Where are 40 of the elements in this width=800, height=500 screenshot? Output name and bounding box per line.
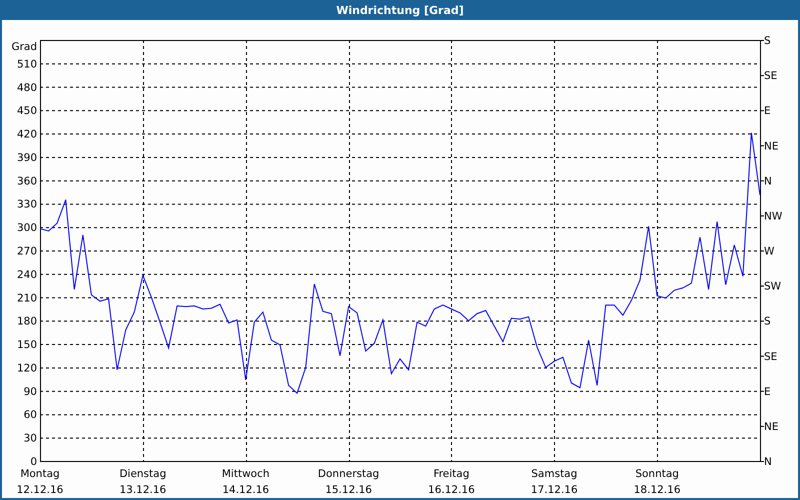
y-axis-label: 180 [16,316,37,328]
x-axis-label: Sonntag 18.12.16 [634,468,681,496]
x-axis-label: Samstag 17.12.16 [530,468,578,496]
x-axis-label: Freitag 16.12.16 [428,468,475,496]
compass-label: N [764,175,772,188]
y-axis-label: 270 [16,246,37,258]
y-axis-label: 330 [16,198,37,211]
compass-label: E [764,386,771,398]
y-axis-label: 390 [16,152,37,164]
x-axis-label: Mittwoch 14.12.16 [222,468,270,496]
compass-label: SW [764,280,782,293]
compass-label: SE [764,350,778,363]
y-axis-label: 90 [24,386,37,398]
y-axis-label: 60 [24,409,37,422]
y-axis-label: 150 [16,339,37,352]
y-axis-label: 30 [24,432,37,445]
y-axis-label: 450 [16,105,37,118]
compass-label: SE [764,70,778,82]
compass-label: E [764,105,771,118]
x-axis-label: Montag 12.12.16 [16,468,64,496]
window-title: Windrichtung [Grad] [336,4,464,16]
y-axis-label: 420 [16,128,37,141]
y-axis-title: Grad [11,41,37,53]
compass-label: NE [764,140,778,152]
compass-label: NE [764,420,778,433]
x-axis-label: Donnerstag 15.12.16 [318,468,380,496]
y-axis-label: 360 [16,175,37,188]
y-axis-label: 210 [16,292,37,304]
y-axis-label: 510 [16,58,37,70]
y-axis-label: 240 [16,268,37,281]
compass-label: NW [764,210,782,222]
compass-label: S [764,316,771,328]
y-axis-label: 120 [16,362,37,374]
y-axis-label: 0 [30,456,37,468]
compass-label: W [764,246,774,258]
compass-label: S [764,35,771,47]
compass-label: N [764,456,772,468]
x-axis-label: Dienstag 13.12.16 [119,468,166,496]
y-axis-label: 300 [16,222,37,234]
y-axis-label: 480 [16,82,37,94]
